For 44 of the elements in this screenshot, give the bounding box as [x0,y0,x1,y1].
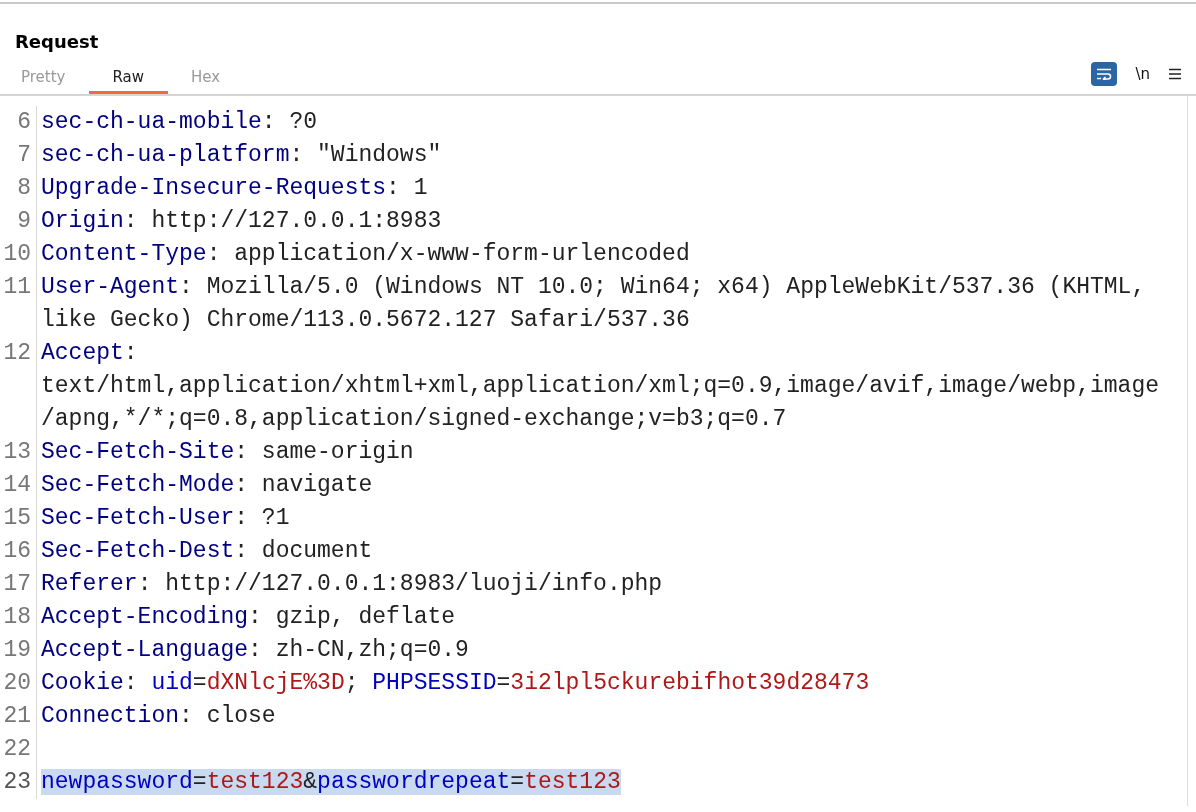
code-text: Accept: [41,340,138,366]
line-number: 16 [3,538,31,564]
panel-title: Request [14,31,100,53]
line-number: 19 [3,637,31,663]
code-text: Sec-Fetch-Dest: document [41,538,373,564]
line-number: 10 [3,241,31,267]
line-number: 8 [17,175,31,201]
code-text: Cookie: uid=dXNlcjE%3D; PHPSESSID=3i2lpl5ckurebifhot39d28473 [41,670,870,696]
code-text: Sec-Fetch-User: ?1 [41,505,290,531]
line-number: 14 [3,472,31,498]
word-wrap-icon [1096,68,1113,80]
line-number: 18 [3,604,31,630]
code-text: newpassword=test123&passwordrepeat=test123 [41,769,621,795]
code-text: text/html,application/xhtml+xml,application/xml;q=0.9,image/avif,image/webp,image [41,373,1159,399]
code-text: Accept-Language: zh-CN,zh;q=0.9 [41,637,469,663]
code-text: Sec-Fetch-Site: same-origin [41,439,414,465]
line-number: 9 [17,208,31,234]
code-text: Upgrade-Insecure-Requests: 1 [41,175,428,201]
code-text: Referer: http://127.0.0.1:8983/luoji/info.php [41,571,663,597]
line-number: 11 [3,274,31,300]
code-text: like Gecko) Chrome/113.0.5672.127 Safari/537.36 [41,307,690,333]
word-wrap-button[interactable] [1091,62,1118,86]
code-text: /apng,*/*;q=0.8,application/signed-exchange;v=b3;q=0.7 [41,406,787,432]
tab[interactable]: Raw [88,65,169,94]
code-text: sec-ch-ua-mobile: ?0 [41,109,318,135]
line-number: 23 [3,769,31,795]
line-number: 6 [17,109,31,135]
line-number: 21 [3,703,31,729]
code-text: sec-ch-ua-platform: "Windows" [41,142,442,168]
line-number: 15 [3,505,31,531]
code-text: Sec-Fetch-Mode: navigate [41,472,373,498]
code-text: Origin: http://127.0.0.1:8983 [41,208,442,234]
menu-icon[interactable] [1168,68,1182,80]
line-number: 12 [3,340,31,366]
line-number: 20 [3,670,31,696]
line-number: 13 [3,439,31,465]
line-number: 7 [17,142,31,168]
line-number: 17 [3,571,31,597]
code-text: User-Agent: Mozilla/5.0 (Windows NT 10.0; Win64; x64) AppleWebKit/537.36 (KHTML, [41,274,1146,300]
line-number: 22 [3,736,31,762]
code-text: Content-Type: application/x-www-form-urlencoded [41,241,690,267]
code-text: Accept-Encoding: gzip, deflate [41,604,456,630]
code-text: Connection: close [41,703,276,729]
newline-toggle-button[interactable]: \n [1131,65,1154,83]
